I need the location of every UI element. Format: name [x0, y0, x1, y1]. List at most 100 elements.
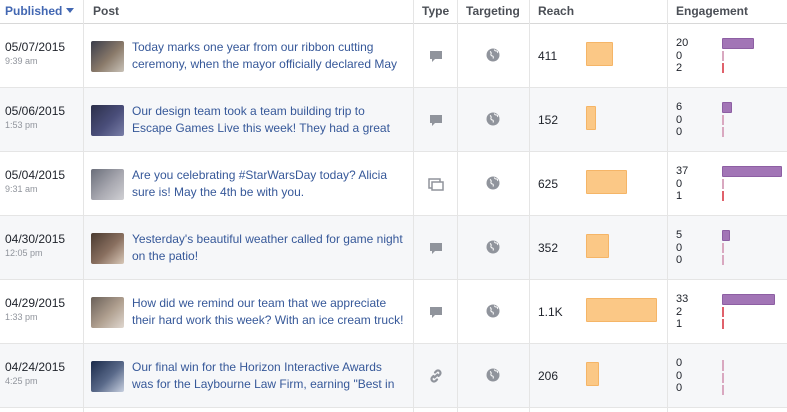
engagement-values: 33 2 1 [676, 293, 688, 331]
reach-bar [586, 234, 609, 258]
photo-album-icon [428, 176, 444, 192]
column-published-label: Published [5, 4, 63, 18]
table-row[interactable]: 04/24/2015 4:25 pm Our final win for the… [0, 344, 787, 408]
column-divider [667, 0, 668, 412]
post-link[interactable]: Yesterday's beautiful weather called for… [132, 231, 412, 265]
post-text-line: ceremony, when the mayor officially decl… [132, 57, 398, 71]
globe-icon [486, 176, 500, 190]
engagement-clicks: 5 [676, 229, 683, 241]
engagement-shares-bar [722, 319, 724, 329]
engagement-likes: 0 [676, 241, 683, 254]
post-thumbnail[interactable] [91, 169, 124, 200]
table-row[interactable]: 05/06/2015 1:53 pm Our design team took … [0, 88, 787, 152]
column-divider [529, 0, 530, 412]
engagement-values: 20 0 2 [676, 37, 688, 75]
link-icon [428, 368, 444, 384]
engagement-values: 37 0 1 [676, 165, 688, 203]
table-row[interactable]: 04/29/2015 1:33 pm How did we remind our… [0, 280, 787, 344]
engagement-clicks: 20 [676, 37, 689, 49]
engagement-clicks-bar [722, 102, 732, 113]
published-time: 9:31 am [5, 184, 38, 194]
published-date: 05/07/2015 [5, 40, 66, 54]
reach-bar [586, 170, 627, 194]
reach-value: 625 [538, 177, 559, 191]
engagement-bars [722, 102, 732, 137]
published-time: 1:33 pm [5, 312, 38, 322]
engagement-clicks-bar [722, 230, 730, 241]
globe-icon [486, 304, 500, 318]
engagement-shares-bar [722, 385, 724, 395]
post-link[interactable]: Today marks one year from our ribbon cut… [132, 39, 412, 73]
column-reach-header[interactable]: Reach [538, 4, 574, 18]
engagement-clicks-bar [722, 166, 782, 177]
published-date: 05/04/2015 [5, 168, 66, 182]
published-time: 4:25 pm [5, 376, 38, 386]
engagement-clicks: 0 [676, 357, 683, 369]
post-thumbnail[interactable] [91, 297, 124, 328]
post-thumbnail[interactable] [91, 41, 124, 72]
column-divider [413, 0, 414, 412]
column-divider [83, 0, 84, 412]
post-text-line: was for the Laybourne Law Firm, earning … [132, 377, 395, 391]
post-thumbnail[interactable] [91, 361, 124, 392]
engagement-shares-bar [722, 127, 724, 137]
post-text-line: Are you celebrating #StarWarsDay today? … [132, 168, 388, 182]
engagement-likes-bar [722, 115, 724, 125]
status-icon [428, 240, 444, 256]
table-header: Published Post Type Targeting Reach Enga… [0, 0, 787, 24]
status-icon [428, 112, 444, 128]
engagement-shares: 2 [676, 62, 683, 74]
post-link[interactable]: Our final win for the Horizon Interactiv… [132, 359, 412, 393]
engagement-shares: 1 [676, 318, 683, 330]
reach-bar [586, 42, 613, 66]
post-link[interactable]: How did we remind our team that we appre… [132, 295, 412, 329]
post-thumbnail[interactable] [91, 105, 124, 136]
column-post-header[interactable]: Post [93, 4, 119, 18]
post-text-line: Our design team took a team building tri… [132, 104, 365, 118]
column-type-header[interactable]: Type [422, 4, 449, 18]
globe-icon [486, 368, 500, 382]
post-text-line: on the patio! [132, 249, 199, 263]
engagement-bars [722, 230, 730, 265]
engagement-clicks: 6 [676, 101, 683, 113]
reach-bar [586, 106, 596, 130]
engagement-bars [722, 294, 775, 329]
column-targeting-header[interactable]: Targeting [466, 4, 520, 18]
column-engagement-header[interactable]: Engagement [676, 4, 748, 18]
post-thumbnail[interactable] [91, 233, 124, 264]
table-row[interactable]: 04/30/2015 12:05 pm Yesterday's beautifu… [0, 216, 787, 280]
engagement-shares-bar [722, 255, 724, 265]
post-link[interactable]: Our design team took a team building tri… [132, 103, 412, 137]
engagement-likes-bar [722, 307, 724, 317]
engagement-likes: 2 [676, 305, 683, 318]
post-text-line: sure is! May the 4th be with you. [132, 185, 305, 199]
published-time: 1:53 pm [5, 120, 38, 130]
status-icon [428, 304, 444, 320]
engagement-likes: 0 [676, 113, 683, 126]
post-text-line: How did we remind our team that we appre… [132, 296, 387, 310]
column-published-header[interactable]: Published [5, 4, 75, 18]
engagement-shares: 0 [676, 382, 683, 394]
column-divider [457, 0, 458, 412]
engagement-likes-bar [722, 179, 724, 189]
engagement-clicks-bar [722, 294, 775, 305]
published-date: 04/24/2015 [5, 360, 66, 374]
table-row[interactable]: 05/04/2015 9:31 am Are you celebrating #… [0, 152, 787, 216]
engagement-shares: 1 [676, 190, 683, 202]
engagement-clicks: 37 [676, 165, 689, 177]
published-date: 04/29/2015 [5, 296, 66, 310]
engagement-bars [722, 358, 724, 395]
engagement-likes: 0 [676, 369, 683, 382]
post-text-line: Our final win for the Horizon Interactiv… [132, 360, 382, 374]
engagement-clicks-bar [722, 38, 754, 49]
published-time: 12:05 pm [5, 248, 43, 258]
published-date: 04/30/2015 [5, 232, 66, 246]
engagement-shares: 0 [676, 254, 683, 266]
status-icon [428, 48, 444, 64]
reach-bar [586, 362, 599, 386]
table-row[interactable]: 05/07/2015 9:39 am Today marks one year … [0, 24, 787, 88]
post-link[interactable]: Are you celebrating #StarWarsDay today? … [132, 167, 412, 201]
reach-value: 152 [538, 113, 559, 127]
reach-value: 1.1K [538, 305, 563, 319]
engagement-values: 0 0 0 [676, 357, 682, 395]
